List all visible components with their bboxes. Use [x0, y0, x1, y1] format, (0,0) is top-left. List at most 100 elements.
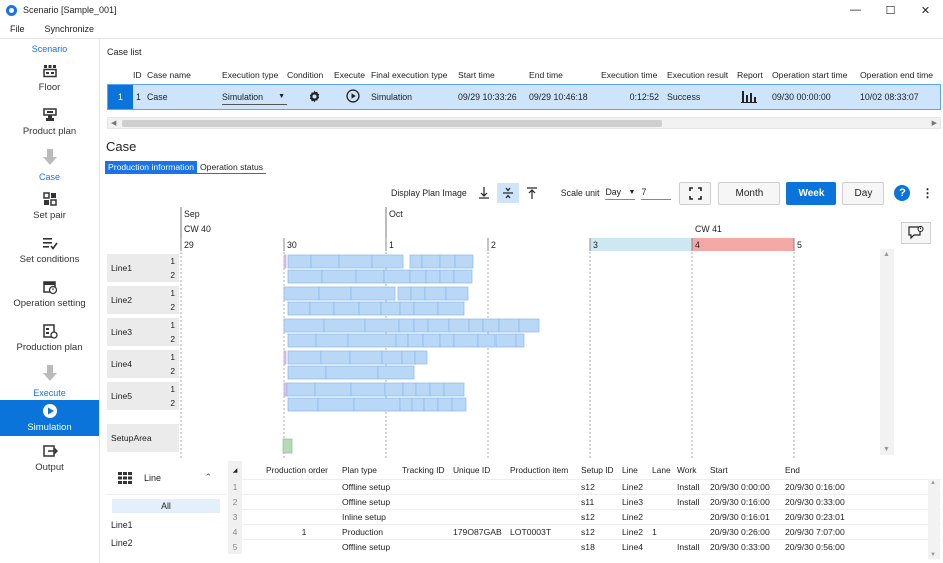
- arrow-down-icon: [0, 360, 99, 386]
- day-button[interactable]: Day: [842, 181, 885, 205]
- row-case-name[interactable]: Case: [147, 92, 222, 102]
- table-row[interactable]: 4 1 Production 179O87GAB LOT0003T s12 Line2 1 20…: [228, 524, 941, 539]
- row-index: 1: [108, 85, 133, 109]
- floor-icon: [42, 65, 57, 78]
- gantt-task-bar: [437, 301, 465, 316]
- gantt-task-bar: [424, 286, 447, 301]
- cell-setup: s12: [581, 482, 595, 492]
- menu-file[interactable]: File: [0, 24, 35, 34]
- align-center-button[interactable]: [496, 183, 519, 203]
- gantt-task-bar: [397, 286, 412, 301]
- col-plan-type: Plan type: [342, 465, 377, 475]
- gantt-task-bar: [287, 365, 327, 380]
- cell-line: Line2: [622, 482, 644, 492]
- chevron-up-icon[interactable]: ⌃: [204, 472, 212, 483]
- filter-all-button[interactable]: All: [112, 499, 220, 513]
- case-list-scrollbar[interactable]: ◀ ▶: [107, 117, 941, 129]
- table-row[interactable]: 2 Offline setup s11 Line3 Install 20/9/30 0:1…: [228, 494, 941, 509]
- sidebar-item-set-conditions[interactable]: Set conditions: [0, 228, 99, 272]
- gear-icon: [309, 90, 320, 102]
- sidebar-item-output[interactable]: Output: [0, 436, 99, 480]
- fit-screen-button[interactable]: [679, 181, 712, 205]
- align-bottom-button[interactable]: [473, 183, 495, 203]
- gantt-task-bar: [283, 286, 320, 301]
- more-options-icon[interactable]: ⋮: [921, 187, 933, 199]
- scroll-thumb[interactable]: [122, 120, 662, 127]
- scroll-down-icon[interactable]: ▼: [930, 552, 936, 558]
- sidebar-item-floor[interactable]: Floor: [0, 56, 99, 100]
- filter-header: Line ⌃: [106, 461, 226, 495]
- filter-group-label: Line: [144, 472, 162, 483]
- gantt-task-bar: [409, 269, 427, 284]
- filter-item-line1[interactable]: Line1: [111, 520, 226, 530]
- fullscreen-icon: [689, 186, 702, 200]
- cell-line: Line2: [622, 527, 644, 537]
- table-row[interactable]: 3 Inline setup s12 Line2 20/9/30 0:16:01 20/9…: [228, 509, 941, 524]
- tab-operation-status[interactable]: Operation status: [196, 161, 267, 174]
- comment-button[interactable]: [901, 222, 931, 244]
- sidebar-item-product-plan[interactable]: Product plan: [0, 100, 99, 144]
- case-title: Case: [106, 139, 137, 154]
- simulation-icon: [42, 404, 57, 418]
- condition-button[interactable]: [287, 90, 334, 105]
- close-button[interactable]: ✕: [908, 0, 943, 20]
- cell-setup: s18: [581, 542, 595, 552]
- sidebar-item-production-plan[interactable]: Production plan: [0, 316, 99, 360]
- gantt-task-bar: [421, 254, 441, 269]
- scale-unit-label: Scale unit: [560, 188, 600, 198]
- execute-button[interactable]: [334, 89, 371, 105]
- gantt-task-bar: [383, 269, 411, 284]
- gantt-task-bar: [286, 382, 316, 397]
- title-bar: Scenario [Sample_001] — ☐ ✕: [0, 0, 943, 20]
- col-production-item: Production item: [510, 465, 569, 475]
- scroll-down-icon[interactable]: ▼: [883, 446, 890, 453]
- gantt-task-bar: [414, 350, 428, 365]
- sidebar-item-operation-setting[interactable]: Operation setting: [0, 272, 99, 316]
- filter-item-line2[interactable]: Line2: [111, 538, 226, 548]
- tab-production-information[interactable]: Production information: [105, 161, 197, 174]
- case-list-table: ID Case name Execution type Condition Ex…: [107, 66, 941, 110]
- cell-work: Install: [677, 497, 700, 507]
- scroll-right-icon[interactable]: ▶: [932, 118, 937, 129]
- help-icon[interactable]: ?: [894, 185, 911, 201]
- gantt-task-bar: [439, 333, 455, 348]
- production-table-scrollbar[interactable]: ▲ ▼: [928, 479, 940, 559]
- gantt-task-bar: [425, 269, 441, 284]
- gantt-task-bar: [437, 397, 453, 412]
- select-all-icon[interactable]: ◢: [228, 461, 242, 479]
- scroll-up-icon[interactable]: ▲: [883, 251, 890, 258]
- case-row[interactable]: 1 1 Case Simulation ▼ Simulation 09/29 10…: [107, 84, 941, 110]
- gantt-vertical-scrollbar[interactable]: ▲ ▼: [880, 249, 894, 455]
- table-row[interactable]: 1 Offline setup s12 Line2 Install 20/9/30 0:0…: [228, 479, 941, 494]
- scroll-left-icon[interactable]: ◀: [111, 118, 116, 129]
- cell-start: 20/9/30 0:00:00: [710, 482, 770, 492]
- scale-count-input[interactable]: 7: [641, 186, 672, 200]
- report-button[interactable]: [737, 90, 772, 105]
- day-label: 5: [797, 240, 802, 250]
- col-execution-time: Execution time: [601, 70, 658, 80]
- gantt-lane-number: 1: [170, 352, 175, 362]
- col-line: Line: [622, 465, 638, 475]
- table-row[interactable]: 5 Offline setup s18 Line4 Install 20/9/30 0:3…: [228, 539, 941, 554]
- gantt-task-bar: [395, 333, 409, 348]
- sidebar-item-set-pair[interactable]: Set pair: [0, 184, 99, 228]
- cell-start: 20/9/30 0:16:00: [710, 497, 770, 507]
- gantt-task-bar: [287, 397, 319, 412]
- month-button[interactable]: Month: [718, 181, 781, 205]
- sidebar-item-simulation[interactable]: Simulation: [0, 400, 99, 436]
- week-button[interactable]: Week: [786, 181, 837, 205]
- menu-synchronize[interactable]: Synchronize: [35, 24, 105, 34]
- gantt-row-name: Line2: [111, 295, 133, 305]
- cell-end: 20/9/30 0:16:00: [785, 482, 845, 492]
- col-id: ID: [133, 70, 142, 80]
- scroll-up-icon[interactable]: ▲: [930, 480, 936, 486]
- col-unique-id: Unique ID: [453, 465, 491, 475]
- execution-type-select[interactable]: Simulation ▼: [222, 90, 287, 105]
- gantt-task-bar: [309, 301, 335, 316]
- maximize-button[interactable]: ☐: [873, 0, 908, 20]
- scale-unit-select[interactable]: Day ▼: [605, 186, 636, 200]
- align-top-button[interactable]: [521, 183, 543, 203]
- gantt-row-label: Line5 1 2: [107, 382, 179, 410]
- sidebar-item-label: Floor: [38, 82, 61, 93]
- minimize-button[interactable]: —: [838, 0, 873, 20]
